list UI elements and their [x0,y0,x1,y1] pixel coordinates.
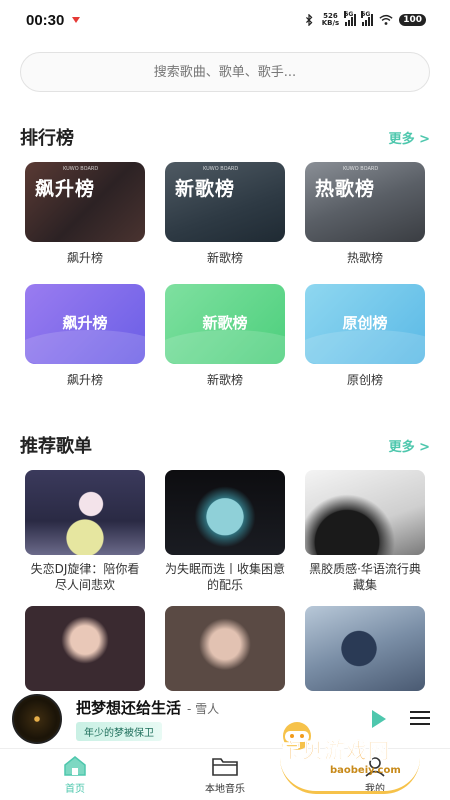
folder-icon [212,757,238,776]
playlist-name: 为失眠而选丨收集困意的配乐 [165,562,286,592]
watermark: 宝贝游戏网 baobeiy.com [272,718,432,796]
playlist-cover [165,470,285,555]
playlist-card[interactable] [25,606,145,691]
charts-row-2: 飙升榜 飙升榜 新歌榜 新歌榜 原创榜 原创榜 [25,284,425,388]
charts-header: 排行榜 更多 > [20,124,430,150]
charts-title: 排行榜 [20,128,74,149]
playlist-name: 黑胶质感·华语流行典藏集 [309,562,421,592]
playlists-title: 推荐歌单 [20,436,92,457]
net-speed-unit: KB/s [321,19,340,27]
chart-card-new-2[interactable]: 新歌榜 新歌榜 [165,284,285,388]
nav-label: 首页 [65,783,85,795]
cover-decoration [25,330,145,364]
chart-label: 飙升榜 [66,373,103,387]
signal-label: 5G [344,11,354,18]
cover-subtitle: KUWO BOARD [203,166,239,172]
chart-card-new[interactable]: KUWO BOARD 新歌榜 新歌榜 [165,162,285,266]
cover-title: 飙升榜 [35,178,96,200]
status-time: 00:30 [26,11,65,29]
cover-decoration [165,330,285,364]
cover-title: 新歌榜 [202,314,248,332]
chart-label: 原创榜 [346,373,383,387]
playlist-card[interactable]: 黑胶质感·华语流行典藏集 [305,470,425,593]
song-title: 把梦想还给生活 [76,699,182,717]
signal-label: 5G [361,11,371,18]
notification-arrow-icon [72,17,81,23]
playlist-cover [165,606,285,691]
chart-card-soaring-2[interactable]: 飙升榜 飙升榜 [25,284,145,388]
playlists-row-1: 失恋DJ旋律：陪你看尽人间悲欢 为失眠而选丨收集困意的配乐 黑胶质感·华语流行典… [25,470,425,593]
playlist-card[interactable] [165,606,285,691]
chart-cover: 飙升榜 [25,284,145,364]
cover-title: 原创榜 [342,314,388,332]
chart-label: 热歌榜 [346,251,383,265]
cover-title: 飙升榜 [62,314,108,332]
nav-label: 本地音乐 [205,783,245,795]
search-input[interactable] [21,53,429,91]
song-artist: - 雪人 [187,702,220,716]
bluetooth-icon [305,14,313,26]
home-icon [64,755,86,776]
chart-card-original[interactable]: 原创榜 原创榜 [305,284,425,388]
playlist-name: 失恋DJ旋律：陪你看尽人间悲欢 [30,562,140,592]
chart-label: 飙升榜 [66,251,103,265]
playlist-card[interactable]: 失恋DJ旋律：陪你看尽人间悲欢 [25,470,145,593]
lyric-line: 年少的梦被保卫 [76,722,162,741]
search-bar[interactable] [20,52,430,92]
album-disc[interactable] [12,694,62,744]
cover-subtitle: KUWO BOARD [343,166,379,172]
wifi-icon [379,14,393,25]
playlist-cover [305,470,425,555]
cover-subtitle: KUWO BOARD [63,166,99,172]
chart-cover: 原创榜 [305,284,425,364]
signal-icon: 5G [361,11,374,26]
chart-cover: KUWO BOARD 新歌榜 [165,162,285,242]
playlist-cover [25,606,145,691]
playlist-card[interactable]: 为失眠而选丨收集困意的配乐 [165,470,285,593]
cover-decoration [305,330,425,364]
net-speed: 526 KB/s [322,13,339,27]
watermark-url: baobeiy.com [330,765,401,776]
watermark-text: 宝贝游戏网 [280,739,390,764]
playlists-more-link[interactable]: 更多 > [389,436,430,455]
playlists-header: 推荐歌单 更多 > [20,432,430,458]
chart-cover: KUWO BOARD 热歌榜 [305,162,425,242]
now-playing-info: 把梦想还给生活 - 雪人 年少的梦被保卫 [76,697,219,741]
charts-row-1: KUWO BOARD 飙升榜 飙升榜 KUWO BOARD 新歌榜 新歌榜 KU… [25,162,425,266]
cover-title: 热歌榜 [315,178,376,200]
signal-icon: 5G [344,11,357,26]
status-bar: 00:30 526 KB/s 5G 5G 100 [0,0,450,40]
charts-more-link[interactable]: 更多 > [389,128,430,147]
chart-label: 新歌榜 [206,251,243,265]
chart-card-hot[interactable]: KUWO BOARD 热歌榜 热歌榜 [305,162,425,266]
cover-title: 新歌榜 [175,178,236,200]
chart-cover: KUWO BOARD 飙升榜 [25,162,145,242]
chart-label: 新歌榜 [206,373,243,387]
chart-card-soaring[interactable]: KUWO BOARD 飙升榜 飙升榜 [25,162,145,266]
nav-item-home[interactable]: 首页 [0,749,150,800]
chart-cover: 新歌榜 [165,284,285,364]
playlists-row-2 [25,606,425,691]
battery-indicator: 100 [399,14,426,26]
playlist-cover [25,470,145,555]
playlist-card[interactable] [305,606,425,691]
playlist-cover [305,606,425,691]
